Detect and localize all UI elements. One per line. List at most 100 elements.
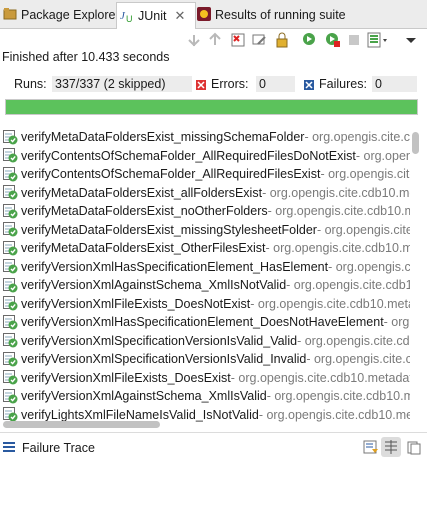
package-explorer-icon xyxy=(3,7,17,24)
test-run-history-icon[interactable] xyxy=(367,32,387,48)
test-class-name: - org.opengis.cite. xyxy=(328,259,410,274)
test-class-name: - org.opengis.cite.cdb1 xyxy=(304,130,410,145)
test-passed-icon xyxy=(3,203,18,219)
test-name: verifyMetaDataFoldersExist_noOtherFolder… xyxy=(21,204,268,219)
test-passed-icon xyxy=(3,388,18,404)
test-class-name: - org.opengis.cite.c xyxy=(316,222,410,237)
runs-value: 337/337 (2 skipped) xyxy=(52,76,192,92)
failures-label: Failures: xyxy=(319,77,367,91)
test-class-name: - org.opengis.c xyxy=(355,148,410,163)
view-menu-icon[interactable] xyxy=(404,32,420,48)
test-name: verifyMetaDataFoldersExist_allFoldersExi… xyxy=(21,185,263,200)
test-row[interactable]: verifyMetaDataFoldersExist_OtherFilesExi… xyxy=(0,239,410,258)
results-icon xyxy=(197,6,211,24)
divider xyxy=(0,432,427,433)
test-row[interactable]: verifyVersionXmlSpecificationVersionIsVa… xyxy=(0,332,410,351)
horizontal-scroll-thumb[interactable] xyxy=(3,421,160,428)
tab-package-explorer[interactable]: Package Explorer xyxy=(3,4,120,26)
test-class-name: - org.ope xyxy=(383,315,410,330)
test-passed-icon xyxy=(3,277,18,293)
show-failures-only-icon[interactable] xyxy=(230,32,246,48)
test-name: verifyContentsOfSchemaFolder_AllRequired… xyxy=(21,148,356,163)
test-tree: verifyMetaDataFoldersExist_missingSchema… xyxy=(0,128,410,424)
test-name: verifyMetaDataFoldersExist_missingStyles… xyxy=(21,222,317,237)
test-row[interactable]: verifyMetaDataFoldersExist_allFoldersExi… xyxy=(0,184,410,203)
stack-trace-icon xyxy=(3,441,15,455)
test-row[interactable]: verifyVersionXmlAgainstSchema_XmlIsNotVa… xyxy=(0,276,410,295)
test-name: verifyMetaDataFoldersExist_missingSchema… xyxy=(21,130,305,145)
test-name: verifyLightsXmlFileNameIsValid_IsNotVali… xyxy=(21,407,259,422)
test-counters: Runs: 337/337 (2 skipped) Errors: 0 Fail… xyxy=(0,76,427,94)
rerun-failed-first-icon[interactable] xyxy=(325,32,341,48)
test-row[interactable]: verifyMetaDataFoldersExist_missingSchema… xyxy=(0,128,410,147)
test-name: verifyVersionXmlFileExists_DoesNotExist xyxy=(21,296,251,311)
test-passed-icon xyxy=(3,370,18,385)
test-row[interactable]: verifyVersionXmlFileExists_DoesNotExist … xyxy=(0,295,410,314)
junit-icon: JU xyxy=(120,7,134,26)
test-passed-icon xyxy=(3,259,18,274)
scroll-lock-icon[interactable] xyxy=(274,32,290,48)
test-class-name: - org.opengis.cite.cdb10.m xyxy=(286,278,410,293)
errors-value: 0 xyxy=(256,76,295,92)
test-passed-icon xyxy=(3,351,18,367)
copy-trace-icon[interactable] xyxy=(407,441,421,458)
test-name: verifyContentsOfSchemaFolder_AllRequired… xyxy=(21,167,321,182)
test-passed-icon xyxy=(3,333,18,348)
test-name: verifyVersionXmlHasSpecificationElement_… xyxy=(21,315,384,330)
test-row[interactable]: verifyVersionXmlFileExists_DoesExist - o… xyxy=(0,369,410,388)
tab-label: Package Explorer xyxy=(21,8,120,22)
test-class-name: - org.opengis.cite.cdb1 xyxy=(306,352,410,367)
test-passed-icon xyxy=(3,240,18,256)
test-row[interactable]: verifyVersionXmlHasSpecificationElement_… xyxy=(0,313,410,332)
tab-label: JUnit xyxy=(138,9,167,23)
test-class-name: - org.opengis.cite.cdb10 xyxy=(297,333,410,348)
test-name: verifyVersionXmlSpecificationVersionIsVa… xyxy=(21,352,307,367)
run-status-message: Finished after 10.433 seconds xyxy=(2,50,170,64)
test-name: verifyVersionXmlSpecificationVersionIsVa… xyxy=(21,333,298,348)
compare-results-icon[interactable] xyxy=(381,437,401,457)
test-name: verifyVersionXmlHasSpecificationElement_… xyxy=(21,259,329,274)
errors-label: Errors: xyxy=(211,77,249,91)
test-passed-icon xyxy=(3,148,18,163)
close-icon[interactable]: ✕ xyxy=(174,8,185,24)
stop-icon[interactable] xyxy=(346,32,362,48)
test-row[interactable]: verifyContentsOfSchemaFolder_AllRequired… xyxy=(0,147,410,166)
next-failure-icon[interactable] xyxy=(186,32,202,48)
svg-text:U: U xyxy=(126,14,133,23)
test-name: verifyVersionXmlAgainstSchema_XmlIsNotVa… xyxy=(21,278,287,293)
test-class-name: - org.opengis.cite.cdb10.metad xyxy=(262,185,410,200)
errors-icon xyxy=(196,79,206,93)
progress-bar xyxy=(5,99,418,115)
test-row[interactable]: verifyVersionXmlSpecificationVersionIsVa… xyxy=(0,350,410,369)
show-skipped-icon[interactable] xyxy=(251,32,267,48)
test-class-name: - org.opengis.cite.cdb10.metadat xyxy=(250,296,410,311)
filter-stack-trace-icon[interactable] xyxy=(363,440,379,459)
test-passed-icon xyxy=(3,129,18,145)
failures-value: 0 xyxy=(372,76,417,92)
test-passed-icon xyxy=(3,407,18,422)
test-class-name: - org.opengis.cite.cdb10.meta xyxy=(265,241,410,256)
vertical-scrollbar[interactable] xyxy=(412,132,419,418)
test-class-name: - org.opengis.cite.cdb10.metadataAr xyxy=(230,370,410,385)
failure-trace-header: Failure Trace xyxy=(3,441,95,455)
view-tab-bar: Package Explorer JU JUnit ✕ Results of r… xyxy=(0,0,427,29)
failure-trace-label: Failure Trace xyxy=(22,441,95,455)
test-class-name: - org.opengis.cite.cdb10.meta xyxy=(258,407,410,422)
test-row[interactable]: verifyContentsOfSchemaFolder_AllRequired… xyxy=(0,165,410,184)
test-class-name: - org.opengis.cite.c xyxy=(320,167,410,182)
rerun-test-icon[interactable] xyxy=(302,32,318,48)
previous-failure-icon[interactable] xyxy=(207,32,223,48)
vertical-scroll-thumb[interactable] xyxy=(412,132,419,154)
test-passed-icon xyxy=(3,222,18,237)
test-class-name: - org.opengis.cite.cdb10.meta xyxy=(267,204,410,219)
test-passed-icon xyxy=(3,185,18,200)
tab-results[interactable]: Results of running suite xyxy=(197,4,346,26)
test-row[interactable]: verifyMetaDataFoldersExist_missingStyles… xyxy=(0,221,410,240)
test-row[interactable]: verifyMetaDataFoldersExist_noOtherFolder… xyxy=(0,202,410,221)
tab-junit[interactable]: JU JUnit ✕ xyxy=(116,2,196,29)
test-passed-icon xyxy=(3,166,18,182)
runs-label: Runs: xyxy=(14,77,47,91)
test-row[interactable]: verifyVersionXmlHasSpecificationElement_… xyxy=(0,258,410,277)
test-name: verifyMetaDataFoldersExist_OtherFilesExi… xyxy=(21,241,266,256)
test-row[interactable]: verifyVersionXmlAgainstSchema_XmlIsValid… xyxy=(0,387,410,406)
